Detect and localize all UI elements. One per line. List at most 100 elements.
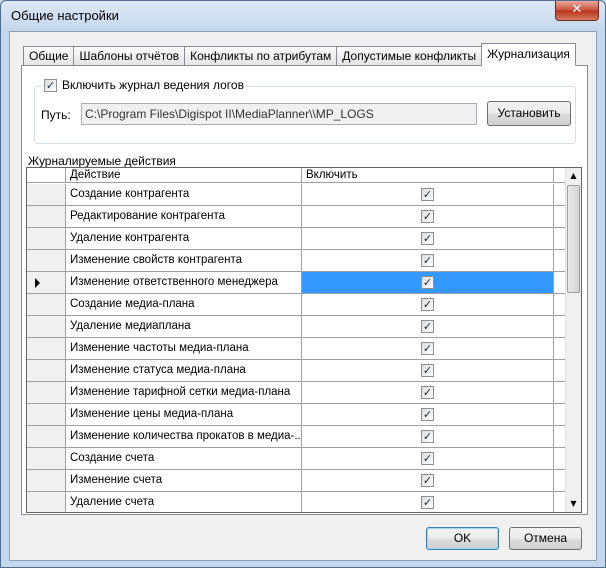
arrow-up-icon: ▲ bbox=[570, 171, 577, 180]
enable-cell[interactable]: ✓ bbox=[302, 294, 554, 315]
vertical-scrollbar[interactable]: ▲ ▼ bbox=[565, 168, 581, 512]
row-header-cell[interactable] bbox=[27, 184, 66, 205]
row-header-cell[interactable] bbox=[27, 360, 66, 381]
enable-cell[interactable]: ✓ bbox=[302, 470, 554, 491]
tab-2[interactable]: Конфликты по атрибутам bbox=[184, 46, 338, 66]
table-row[interactable]: Изменение свойств контрагента ✓ bbox=[27, 250, 567, 272]
action-cell[interactable]: Изменение цены медиа-плана bbox=[66, 404, 302, 425]
enable-cell[interactable]: ✓ bbox=[302, 338, 554, 359]
enable-checkbox[interactable]: ✓ bbox=[421, 210, 434, 223]
action-cell[interactable]: Удаление медиаплана bbox=[66, 316, 302, 337]
row-header-cell[interactable] bbox=[27, 228, 66, 249]
table-row[interactable]: Изменение частоты медиа-плана ✓ bbox=[27, 338, 567, 360]
action-cell[interactable]: Изменение статуса медиа-плана bbox=[66, 360, 302, 381]
table-row[interactable]: Удаление контрагента ✓ bbox=[27, 228, 567, 250]
action-cell[interactable]: Удаление контрагента bbox=[66, 228, 302, 249]
column-header-action[interactable]: Действие bbox=[66, 168, 302, 182]
enable-checkbox[interactable]: ✓ bbox=[421, 430, 434, 443]
tab-0[interactable]: Общие bbox=[23, 46, 75, 66]
enable-cell[interactable]: ✓ bbox=[302, 492, 554, 512]
table-row[interactable]: Изменение количества прокатов в медиа-..… bbox=[27, 426, 567, 448]
table-row[interactable]: Изменение цены медиа-плана ✓ bbox=[27, 404, 567, 426]
row-header-cell[interactable] bbox=[27, 382, 66, 403]
table-row[interactable]: Создание счета ✓ bbox=[27, 448, 567, 470]
enable-cell[interactable]: ✓ bbox=[302, 426, 554, 447]
row-header-cell[interactable] bbox=[27, 272, 66, 293]
action-cell[interactable]: Создание медиа-плана bbox=[66, 294, 302, 315]
enable-checkbox[interactable]: ✓ bbox=[421, 364, 434, 377]
checkmark-icon: ✓ bbox=[45, 78, 56, 92]
enable-checkbox[interactable]: ✓ bbox=[421, 232, 434, 245]
enable-checkbox[interactable]: ✓ bbox=[421, 188, 434, 201]
table-row[interactable]: Изменение ответственного менеджера ✓ bbox=[27, 272, 567, 294]
enable-checkbox[interactable]: ✓ bbox=[421, 254, 434, 267]
enable-cell[interactable]: ✓ bbox=[302, 382, 554, 403]
row-header-cell[interactable] bbox=[27, 206, 66, 227]
row-header-cell[interactable] bbox=[27, 338, 66, 359]
action-cell[interactable]: Редактирование контрагента bbox=[66, 206, 302, 227]
row-header-cell[interactable] bbox=[27, 404, 66, 425]
enable-logging-checkbox[interactable]: ✓ bbox=[44, 78, 57, 92]
set-path-button[interactable]: Установить bbox=[487, 101, 571, 126]
enable-cell[interactable]: ✓ bbox=[302, 250, 554, 271]
table-row[interactable]: Изменение счета ✓ bbox=[27, 470, 567, 492]
enable-cell[interactable]: ✓ bbox=[302, 228, 554, 249]
enable-cell[interactable]: ✓ bbox=[302, 272, 554, 293]
scroll-down-button[interactable]: ▼ bbox=[566, 496, 581, 512]
table-row[interactable]: Изменение статуса медиа-плана ✓ bbox=[27, 360, 567, 382]
action-cell[interactable]: Изменение количества прокатов в медиа-..… bbox=[66, 426, 302, 447]
enable-cell[interactable]: ✓ bbox=[302, 184, 554, 205]
action-cell[interactable]: Изменение частоты медиа-плана bbox=[66, 338, 302, 359]
enable-checkbox[interactable]: ✓ bbox=[421, 298, 434, 311]
table-row[interactable]: Удаление счета ✓ bbox=[27, 492, 567, 512]
table-row[interactable]: Удаление медиаплана ✓ bbox=[27, 316, 567, 338]
scroll-up-button[interactable]: ▲ bbox=[566, 168, 581, 184]
tab-1[interactable]: Шаблоны отчётов bbox=[73, 46, 186, 66]
table-row[interactable]: Изменение тарифной сетки медиа-плана ✓ bbox=[27, 382, 567, 404]
row-header-cell[interactable] bbox=[27, 316, 66, 337]
row-header-cell[interactable] bbox=[27, 448, 66, 469]
action-cell[interactable]: Создание контрагента bbox=[66, 184, 302, 205]
tab-4[interactable]: Журнализация bbox=[481, 43, 576, 66]
action-cell[interactable]: Изменение счета bbox=[66, 470, 302, 491]
table-row[interactable]: Создание медиа-плана ✓ bbox=[27, 294, 567, 316]
enable-checkbox[interactable]: ✓ bbox=[421, 342, 434, 355]
enable-cell[interactable]: ✓ bbox=[302, 360, 554, 381]
enable-checkbox[interactable]: ✓ bbox=[421, 474, 434, 487]
path-input[interactable]: C:\Program Files\Digispot II\MediaPlanne… bbox=[81, 103, 477, 125]
enable-checkbox[interactable]: ✓ bbox=[421, 452, 434, 465]
enable-checkbox[interactable]: ✓ bbox=[421, 386, 434, 399]
ok-button[interactable]: OK bbox=[426, 527, 499, 550]
row-header-cell[interactable] bbox=[27, 250, 66, 271]
enable-checkbox[interactable]: ✓ bbox=[421, 276, 434, 289]
logged-actions-grid[interactable]: Действие Включить Создание контрагента ✓ Р… bbox=[26, 167, 582, 513]
checkmark-icon: ✓ bbox=[422, 386, 433, 399]
enable-logging-checkbox-row[interactable]: ✓ Включить журнал ведения логов bbox=[41, 78, 247, 92]
scroll-thumb[interactable] bbox=[567, 185, 580, 293]
action-cell[interactable]: Изменение ответственного менеджера bbox=[66, 272, 302, 293]
path-label: Путь: bbox=[41, 108, 71, 122]
table-row[interactable]: Редактирование контрагента ✓ bbox=[27, 206, 567, 228]
close-icon: ✕ bbox=[571, 2, 583, 17]
row-header-cell[interactable] bbox=[27, 492, 66, 512]
row-header-cell[interactable] bbox=[27, 426, 66, 447]
action-cell[interactable]: Удаление счета bbox=[66, 492, 302, 512]
enable-checkbox[interactable]: ✓ bbox=[421, 496, 434, 509]
enable-checkbox[interactable]: ✓ bbox=[421, 320, 434, 333]
cancel-button[interactable]: Отмена bbox=[509, 527, 582, 550]
enable-cell[interactable]: ✓ bbox=[302, 448, 554, 469]
action-cell[interactable]: Изменение свойств контрагента bbox=[66, 250, 302, 271]
enable-cell[interactable]: ✓ bbox=[302, 316, 554, 337]
row-header-cell[interactable] bbox=[27, 470, 66, 491]
table-row[interactable]: Создание контрагента ✓ bbox=[27, 184, 567, 206]
title-bar[interactable]: Общие настройки ✕ bbox=[1, 1, 605, 31]
column-header-enable[interactable]: Включить bbox=[302, 168, 554, 182]
enable-cell[interactable]: ✓ bbox=[302, 206, 554, 227]
action-cell[interactable]: Создание счета bbox=[66, 448, 302, 469]
row-header-cell[interactable] bbox=[27, 294, 66, 315]
enable-checkbox[interactable]: ✓ bbox=[421, 408, 434, 421]
enable-cell[interactable]: ✓ bbox=[302, 404, 554, 425]
action-cell[interactable]: Изменение тарифной сетки медиа-плана bbox=[66, 382, 302, 403]
tab-3[interactable]: Допустимые конфликты bbox=[336, 46, 483, 66]
close-button[interactable]: ✕ bbox=[555, 1, 599, 21]
